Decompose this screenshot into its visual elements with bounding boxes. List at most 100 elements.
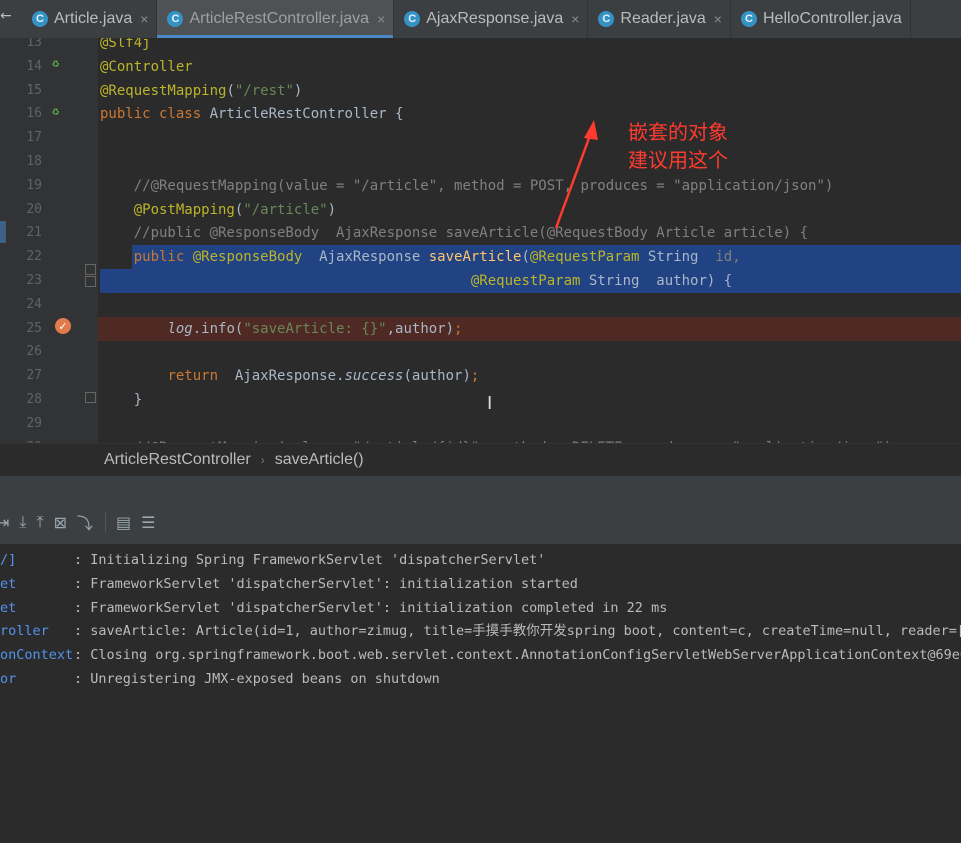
trace-icon[interactable]: ☰: [141, 513, 155, 532]
line-number: 28: [26, 392, 42, 407]
code-text: log.info("saveArticle: {}",author);: [167, 320, 463, 337]
code-line[interactable]: 17: [0, 126, 961, 150]
code-line[interactable]: 16 public class ArticleRestController {: [0, 102, 961, 126]
step-out-icon[interactable]: ⤒: [36, 512, 43, 532]
code-line[interactable]: 23 @RequestParam String author) {: [0, 269, 961, 293]
console-line: roller : saveArticle: Article(id=1, autho…: [0, 619, 961, 643]
code-text: }: [100, 392, 143, 408]
log-source-link[interactable]: et: [0, 596, 16, 620]
log-source-link[interactable]: roller: [0, 619, 49, 643]
tab-article[interactable]: C Article.java ×: [22, 0, 158, 38]
log-message: : Closing org.springframework.boot.web.s…: [74, 647, 961, 664]
line-number: 16: [26, 106, 42, 122]
code-line[interactable]: 24: [0, 293, 961, 317]
code-text: //@RequestMapping(value = "/article", me…: [133, 177, 834, 194]
run-gutter-icon[interactable]: ♻: [52, 56, 59, 70]
console-line: et: FrameworkServlet 'dispatcherServlet'…: [0, 596, 961, 620]
line-number: 23: [26, 273, 42, 288]
line-number: 19: [26, 177, 42, 193]
code-text: return AjaxResponse.success(author);: [167, 368, 480, 385]
force-step-icon[interactable]: ⊠: [54, 513, 67, 532]
tab-hello-controller[interactable]: C HelloController.java: [731, 0, 911, 38]
run-to-cursor-icon[interactable]: ⤵: [77, 510, 93, 534]
close-icon[interactable]: ×: [571, 11, 579, 27]
breadcrumb-method[interactable]: saveArticle(): [275, 451, 364, 469]
class-icon: C: [404, 11, 421, 27]
code-line[interactable]: 22 public @ResponseBody AjaxResponse sav…: [0, 245, 961, 270]
log-message: : Initializing Spring FrameworkServlet '…: [74, 552, 546, 568]
tab-label: ArticleRestController.java: [189, 10, 370, 27]
line-number: 22: [26, 249, 42, 265]
editor-tab-bar: ← C Article.java × C ArticleRestControll…: [0, 0, 961, 39]
code-editor[interactable]: 13 @Slf4j 14 @Controller 15 @RequestMapping("…: [0, 38, 961, 443]
line-number: 24: [26, 296, 42, 312]
console-line: or: Unregistering JMX-exposed beans on s…: [0, 667, 961, 691]
breadcrumb: ArticleRestController › saveArticle(): [0, 443, 961, 477]
code-line[interactable]: 15 @RequestMapping("/rest"): [0, 79, 961, 103]
class-icon: C: [598, 11, 615, 27]
code-line[interactable]: 21 //public @ResponseBody AjaxResponse s…: [0, 221, 961, 245]
code-text: //@RequestMapping(value = "/article/{id}…: [100, 436, 893, 443]
code-line[interactable]: 14 @Controller: [0, 55, 961, 79]
back-arrow-icon[interactable]: ←: [0, 8, 12, 24]
code-line[interactable]: 30 //@RequestMapping(value = "/article/{…: [0, 436, 961, 443]
code-line[interactable]: 26: [0, 340, 961, 364]
tab-reader[interactable]: C Reader.java ×: [588, 0, 731, 38]
line-number: 14: [26, 58, 42, 74]
breadcrumb-class[interactable]: ArticleRestController: [104, 451, 251, 469]
tab-label: Reader.java: [620, 10, 706, 27]
console-line: onContext: Closing org.springframework.b…: [0, 643, 961, 667]
line-number: 20: [26, 201, 42, 217]
code-text: public @ResponseBody AjaxResponse saveAr…: [133, 249, 741, 266]
line-number: 25: [26, 320, 42, 336]
toolbar-divider: [104, 512, 106, 532]
code-line[interactable]: 19 //@RequestMapping(value = "/article",…: [0, 174, 961, 198]
fold-marker[interactable]: [85, 276, 96, 287]
class-icon: C: [167, 11, 184, 27]
code-line[interactable]: 18: [0, 150, 961, 174]
line-number: 18: [26, 154, 42, 169]
code-text: @PostMapping("/article"): [133, 201, 337, 218]
close-icon[interactable]: ×: [140, 11, 148, 27]
log-message: : FrameworkServlet 'dispatcherServlet': …: [74, 575, 578, 592]
close-icon[interactable]: ×: [377, 11, 385, 27]
tab-article-rest-controller[interactable]: C ArticleRestController.java ×: [157, 0, 395, 38]
line-number: 30: [18, 436, 42, 443]
console-output[interactable]: /] : Initializing Spring FrameworkServlet…: [0, 545, 961, 843]
tab-label: Article.java: [54, 10, 133, 27]
line-number: 26: [26, 344, 42, 360]
annotation-line-1: 嵌套的对象: [628, 120, 728, 144]
close-icon[interactable]: ×: [714, 11, 722, 27]
run-class-icon[interactable]: ♻: [52, 104, 59, 118]
log-source-link[interactable]: /]: [0, 548, 16, 572]
line-number: 29: [26, 415, 42, 431]
breakpoint-icon[interactable]: ✓: [55, 318, 71, 334]
annotation-line-2: 建议用这个: [628, 148, 728, 172]
line-number: 13: [26, 38, 42, 50]
log-source-link[interactable]: onContext: [0, 643, 73, 667]
run-toolbar: ⇥ ⤓ ⤒ ⊠ ⤵ ▤ ☰: [0, 500, 961, 545]
step-into-icon[interactable]: ⤓: [19, 512, 26, 532]
code-line[interactable]: 20 @PostMapping("/article"): [0, 198, 961, 222]
tab-label: AjaxResponse.java: [426, 10, 564, 27]
code-text: @Slf4j: [100, 38, 151, 51]
evaluate-icon[interactable]: ▤: [116, 513, 131, 532]
code-line[interactable]: 25 log.info("saveArticle: {}",author);: [0, 316, 961, 341]
tab-ajax-response[interactable]: C AjaxResponse.java ×: [394, 0, 589, 38]
step-over-icon[interactable]: ⇥: [0, 513, 9, 532]
fold-marker[interactable]: [85, 392, 96, 403]
code-text: @RequestParam String author) {: [470, 273, 733, 289]
console-line: et : FrameworkServlet 'dispatcherServlet'…: [0, 572, 961, 596]
annotation-text: 嵌套的对象 建议用这个: [628, 118, 728, 174]
code-text: @Controller: [100, 58, 193, 75]
log-source-link[interactable]: or: [0, 667, 16, 691]
class-icon: C: [740, 11, 757, 27]
code-line[interactable]: 28 }: [0, 388, 961, 412]
log-source-link[interactable]: et: [0, 572, 16, 596]
code-line[interactable]: 29: [0, 412, 961, 436]
annotation-arrow: [554, 120, 598, 229]
log-message: : saveArticle: Article(id=1, author=zimu…: [74, 623, 961, 640]
code-line[interactable]: 27 return AjaxResponse.success(author);: [0, 364, 961, 388]
code-line[interactable]: 13 @Slf4j: [0, 38, 961, 55]
fold-marker[interactable]: [85, 264, 96, 275]
